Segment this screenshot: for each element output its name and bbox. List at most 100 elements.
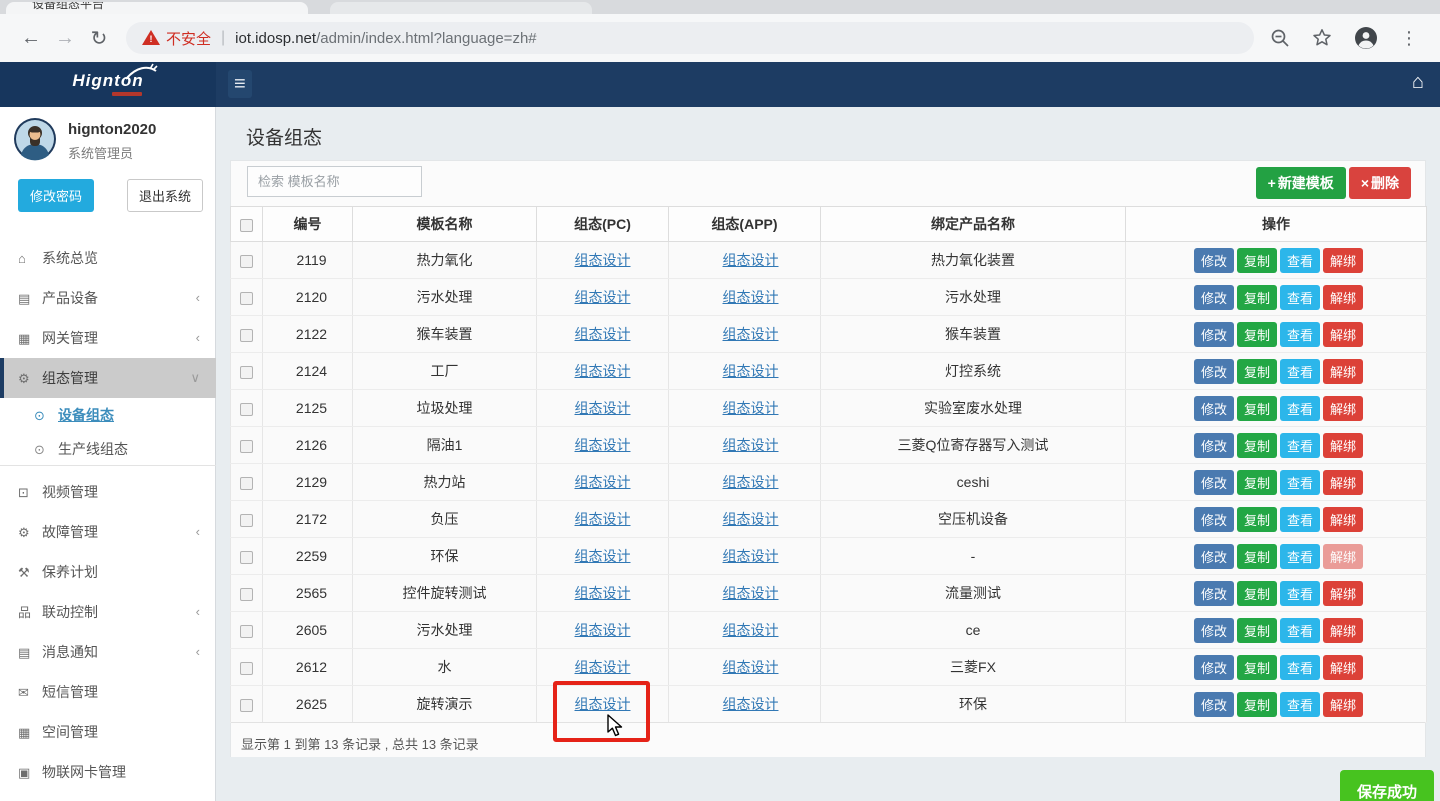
edit-button[interactable]: 修改 (1194, 285, 1234, 310)
view-button[interactable]: 查看 (1280, 507, 1320, 532)
config-pc-link[interactable]: 组态设计 (575, 622, 631, 638)
sidebar-item-短信管理[interactable]: ✉短信管理 (0, 672, 216, 712)
sidebar-item-生产线组态[interactable]: ⊙生产线组态 (0, 432, 216, 466)
unbind-button[interactable]: 解绑 (1323, 581, 1363, 606)
edit-button[interactable]: 修改 (1194, 655, 1234, 680)
edit-button[interactable]: 修改 (1194, 507, 1234, 532)
row-checkbox[interactable] (240, 588, 253, 601)
sidebar-item-故障管理[interactable]: ⚙故障管理‹ (0, 512, 216, 552)
create-template-button[interactable]: +新建模板 (1256, 167, 1346, 199)
row-checkbox[interactable] (240, 477, 253, 490)
delete-button[interactable]: ×删除 (1349, 167, 1411, 199)
config-app-link[interactable]: 组态设计 (723, 363, 779, 379)
config-app-link[interactable]: 组态设计 (723, 252, 779, 268)
config-pc-link[interactable]: 组态设计 (575, 400, 631, 416)
view-button[interactable]: 查看 (1280, 359, 1320, 384)
view-button[interactable]: 查看 (1280, 285, 1320, 310)
config-app-link[interactable]: 组态设计 (723, 511, 779, 527)
view-button[interactable]: 查看 (1280, 692, 1320, 717)
row-checkbox[interactable] (240, 329, 253, 342)
forward-icon[interactable]: → (48, 27, 82, 50)
logo-zone[interactable]: Hignton (0, 62, 216, 107)
browser-tab[interactable]: 设备组态平台 (6, 2, 308, 14)
config-app-link[interactable]: 组态设计 (723, 585, 779, 601)
config-pc-link[interactable]: 组态设计 (575, 289, 631, 305)
copy-button[interactable]: 复制 (1237, 692, 1277, 717)
browser-profile-avatar[interactable] (1354, 26, 1378, 50)
copy-button[interactable]: 复制 (1237, 322, 1277, 347)
search-input[interactable] (247, 166, 422, 197)
config-pc-link[interactable]: 组态设计 (575, 585, 631, 601)
view-button[interactable]: 查看 (1280, 581, 1320, 606)
view-button[interactable]: 查看 (1280, 618, 1320, 643)
config-app-link[interactable]: 组态设计 (723, 474, 779, 490)
view-button[interactable]: 查看 (1280, 433, 1320, 458)
config-pc-link[interactable]: 组态设计 (575, 474, 631, 490)
copy-button[interactable]: 复制 (1237, 507, 1277, 532)
unbind-button[interactable]: 解绑 (1323, 507, 1363, 532)
config-pc-link[interactable]: 组态设计 (575, 363, 631, 379)
config-pc-link[interactable]: 组态设计 (575, 437, 631, 453)
config-app-link[interactable]: 组态设计 (723, 437, 779, 453)
row-checkbox[interactable] (240, 699, 253, 712)
back-icon[interactable]: ← (14, 27, 48, 50)
reload-icon[interactable]: ↻ (82, 26, 116, 51)
unbind-button[interactable]: 解绑 (1323, 692, 1363, 717)
config-app-link[interactable]: 组态设计 (723, 622, 779, 638)
sidebar-toggle-icon[interactable]: ≡ (228, 70, 252, 98)
config-app-link[interactable]: 组态设计 (723, 289, 779, 305)
sidebar-item-网关管理[interactable]: ▦网关管理‹ (0, 318, 216, 358)
row-checkbox[interactable] (240, 403, 253, 416)
edit-button[interactable]: 修改 (1194, 581, 1234, 606)
zoom-out-icon[interactable] (1270, 28, 1290, 48)
config-pc-link[interactable]: 组态设计 (575, 511, 631, 527)
sidebar-item-组态管理[interactable]: ⚙组态管理∨ (0, 358, 216, 398)
edit-button[interactable]: 修改 (1194, 322, 1234, 347)
sidebar-item-产品设备[interactable]: ▤产品设备‹ (0, 278, 216, 318)
row-checkbox[interactable] (240, 366, 253, 379)
copy-button[interactable]: 复制 (1237, 433, 1277, 458)
config-app-link[interactable]: 组态设计 (723, 400, 779, 416)
copy-button[interactable]: 复制 (1237, 248, 1277, 273)
row-checkbox[interactable] (240, 514, 253, 527)
unbind-button[interactable]: 解绑 (1323, 285, 1363, 310)
copy-button[interactable]: 复制 (1237, 618, 1277, 643)
edit-button[interactable]: 修改 (1194, 470, 1234, 495)
row-checkbox[interactable] (240, 625, 253, 638)
unbind-button[interactable]: 解绑 (1323, 248, 1363, 273)
edit-button[interactable]: 修改 (1194, 359, 1234, 384)
edit-button[interactable]: 修改 (1194, 396, 1234, 421)
unbind-button[interactable]: 解绑 (1323, 359, 1363, 384)
select-all-checkbox[interactable] (240, 219, 253, 232)
edit-button[interactable]: 修改 (1194, 433, 1234, 458)
unbind-button[interactable]: 解绑 (1323, 322, 1363, 347)
row-checkbox[interactable] (240, 440, 253, 453)
unbind-button[interactable]: 解绑 (1323, 618, 1363, 643)
sidebar-item-知识分类[interactable]: ▤知识分类 (0, 792, 216, 801)
copy-button[interactable]: 复制 (1237, 544, 1277, 569)
unbind-button[interactable]: 解绑 (1323, 433, 1363, 458)
copy-button[interactable]: 复制 (1237, 470, 1277, 495)
edit-button[interactable]: 修改 (1194, 544, 1234, 569)
view-button[interactable]: 查看 (1280, 655, 1320, 680)
security-warning-icon[interactable]: ! (142, 30, 160, 46)
config-pc-link[interactable]: 组态设计 (575, 326, 631, 342)
sidebar-item-空间管理[interactable]: ▦空间管理 (0, 712, 216, 752)
logout-button[interactable]: 退出系统 (127, 179, 203, 212)
sidebar-item-设备组态[interactable]: ⊙设备组态 (0, 398, 216, 432)
row-checkbox[interactable] (240, 292, 253, 305)
row-checkbox[interactable] (240, 255, 253, 268)
row-checkbox[interactable] (240, 662, 253, 675)
browser-menu-icon[interactable]: ⋮ (1400, 28, 1418, 49)
view-button[interactable]: 查看 (1280, 396, 1320, 421)
sidebar-item-消息通知[interactable]: ▤消息通知‹ (0, 632, 216, 672)
unbind-button[interactable]: 解绑 (1323, 544, 1363, 569)
edit-button[interactable]: 修改 (1194, 618, 1234, 643)
sidebar-item-系统总览[interactable]: ⌂系统总览 (0, 238, 216, 278)
view-button[interactable]: 查看 (1280, 544, 1320, 569)
copy-button[interactable]: 复制 (1237, 396, 1277, 421)
config-app-link[interactable]: 组态设计 (723, 548, 779, 564)
edit-button[interactable]: 修改 (1194, 692, 1234, 717)
user-avatar[interactable] (13, 117, 57, 166)
bookmark-star-icon[interactable] (1312, 28, 1332, 48)
